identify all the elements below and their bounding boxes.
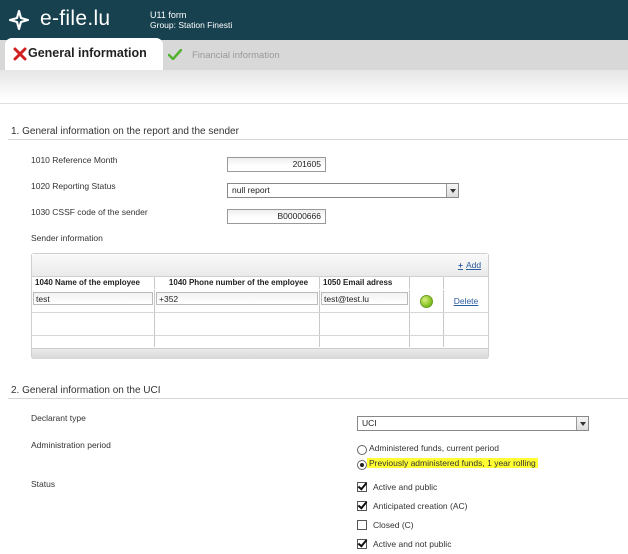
radio-previous-period[interactable] bbox=[357, 460, 367, 470]
radio-current-period[interactable] bbox=[357, 445, 367, 455]
chevron-down-icon[interactable] bbox=[446, 184, 458, 197]
group-name: Group: Station Finesti bbox=[150, 20, 233, 30]
checkbox-anticipated-creation[interactable] bbox=[357, 501, 367, 511]
cell-action: Delete bbox=[444, 290, 488, 312]
checkbox-closed[interactable] bbox=[357, 520, 367, 530]
chevron-down-icon[interactable] bbox=[576, 417, 588, 430]
cssf-code-label: 1030 CSSF code of the sender bbox=[31, 207, 148, 217]
cell-empty bbox=[32, 313, 155, 335]
reference-month-input[interactable]: 201605 bbox=[227, 157, 326, 172]
checkbox-active-public[interactable] bbox=[357, 482, 367, 492]
column-header-status bbox=[410, 277, 444, 289]
plus-icon: + bbox=[458, 260, 463, 270]
column-header-name[interactable]: 1040 Name of the employee bbox=[32, 277, 155, 289]
delete-link[interactable]: Delete bbox=[454, 296, 479, 306]
sender-info-label: Sender information bbox=[31, 233, 103, 243]
table-row-empty bbox=[32, 336, 488, 347]
section-2-title: 2. General information on the UCI bbox=[11, 385, 161, 396]
radio-previous-period-label[interactable]: Previously administered funds, 1 year ro… bbox=[367, 458, 538, 468]
section-1-title: 1. General information on the report and… bbox=[11, 126, 239, 137]
efile-logo-icon bbox=[8, 9, 30, 31]
cell-empty bbox=[32, 336, 155, 347]
table-row[interactable]: test +352 test@test.lu Delete bbox=[32, 290, 488, 313]
cell-empty bbox=[155, 313, 320, 335]
add-button[interactable]: + Add bbox=[458, 260, 481, 270]
checkbox-closed-label[interactable]: Closed (C) bbox=[373, 520, 414, 530]
grid-toolbar: + Add bbox=[32, 254, 488, 277]
radio-current-period-label[interactable]: Administered funds, current period bbox=[369, 443, 499, 453]
reference-month-label: 1010 Reference Month bbox=[31, 155, 118, 165]
cell-empty bbox=[155, 336, 320, 347]
green-check-icon bbox=[168, 49, 182, 60]
column-header-phone[interactable]: 1040 Phone number of the employee bbox=[155, 277, 320, 289]
cell-status bbox=[410, 290, 444, 312]
reporting-status-value: null report bbox=[232, 185, 270, 195]
phone-input[interactable]: +352 bbox=[156, 292, 318, 305]
reporting-status-label: 1020 Reporting Status bbox=[31, 181, 116, 191]
cell-email: test@test.lu bbox=[320, 290, 410, 312]
grid-footer bbox=[32, 348, 488, 359]
cssf-code-input[interactable]: B00000666 bbox=[227, 209, 326, 224]
reporting-status-select[interactable]: null report bbox=[227, 183, 459, 198]
section-1-rule bbox=[8, 139, 628, 140]
declarant-type-select[interactable]: UCI bbox=[357, 416, 589, 431]
cell-empty bbox=[320, 313, 410, 335]
checkbox-active-not-public-label[interactable]: Active and not public bbox=[373, 539, 451, 549]
name-input[interactable]: test bbox=[33, 292, 153, 305]
red-x-icon bbox=[13, 47, 27, 61]
checkbox-anticipated-creation-label[interactable]: Anticipated creation (AC) bbox=[373, 501, 468, 511]
tab-bar-shade bbox=[0, 70, 628, 100]
cell-empty bbox=[320, 336, 410, 347]
form-title: U11 form bbox=[150, 10, 187, 20]
divider bbox=[0, 103, 628, 104]
checkbox-active-not-public[interactable] bbox=[357, 539, 367, 549]
section-2-rule bbox=[8, 398, 628, 399]
declarant-type-label: Declarant type bbox=[31, 413, 86, 423]
cell-empty bbox=[410, 336, 444, 347]
tab-general-information-label[interactable]: General information bbox=[28, 46, 147, 60]
column-header-email[interactable]: 1050 Email adress bbox=[320, 277, 410, 289]
table-row-empty bbox=[32, 313, 488, 336]
tab-financial-information[interactable]: Financial information bbox=[192, 50, 280, 61]
cell-phone: +352 bbox=[155, 290, 320, 312]
cell-empty bbox=[410, 313, 444, 335]
status-ok-icon bbox=[420, 295, 433, 308]
declarant-type-value: UCI bbox=[362, 418, 377, 428]
cell-name: test bbox=[32, 290, 155, 312]
checkbox-active-public-label[interactable]: Active and public bbox=[373, 482, 437, 492]
brand-name[interactable]: e-file.lu bbox=[40, 7, 110, 31]
add-label: Add bbox=[465, 260, 482, 270]
admin-period-label: Administration period bbox=[31, 440, 111, 450]
email-input[interactable]: test@test.lu bbox=[321, 292, 408, 305]
column-header-action bbox=[444, 277, 488, 289]
status-label: Status bbox=[31, 479, 56, 489]
sender-grid: + Add 1040 Name of the employee 1040 Phon… bbox=[31, 253, 489, 359]
